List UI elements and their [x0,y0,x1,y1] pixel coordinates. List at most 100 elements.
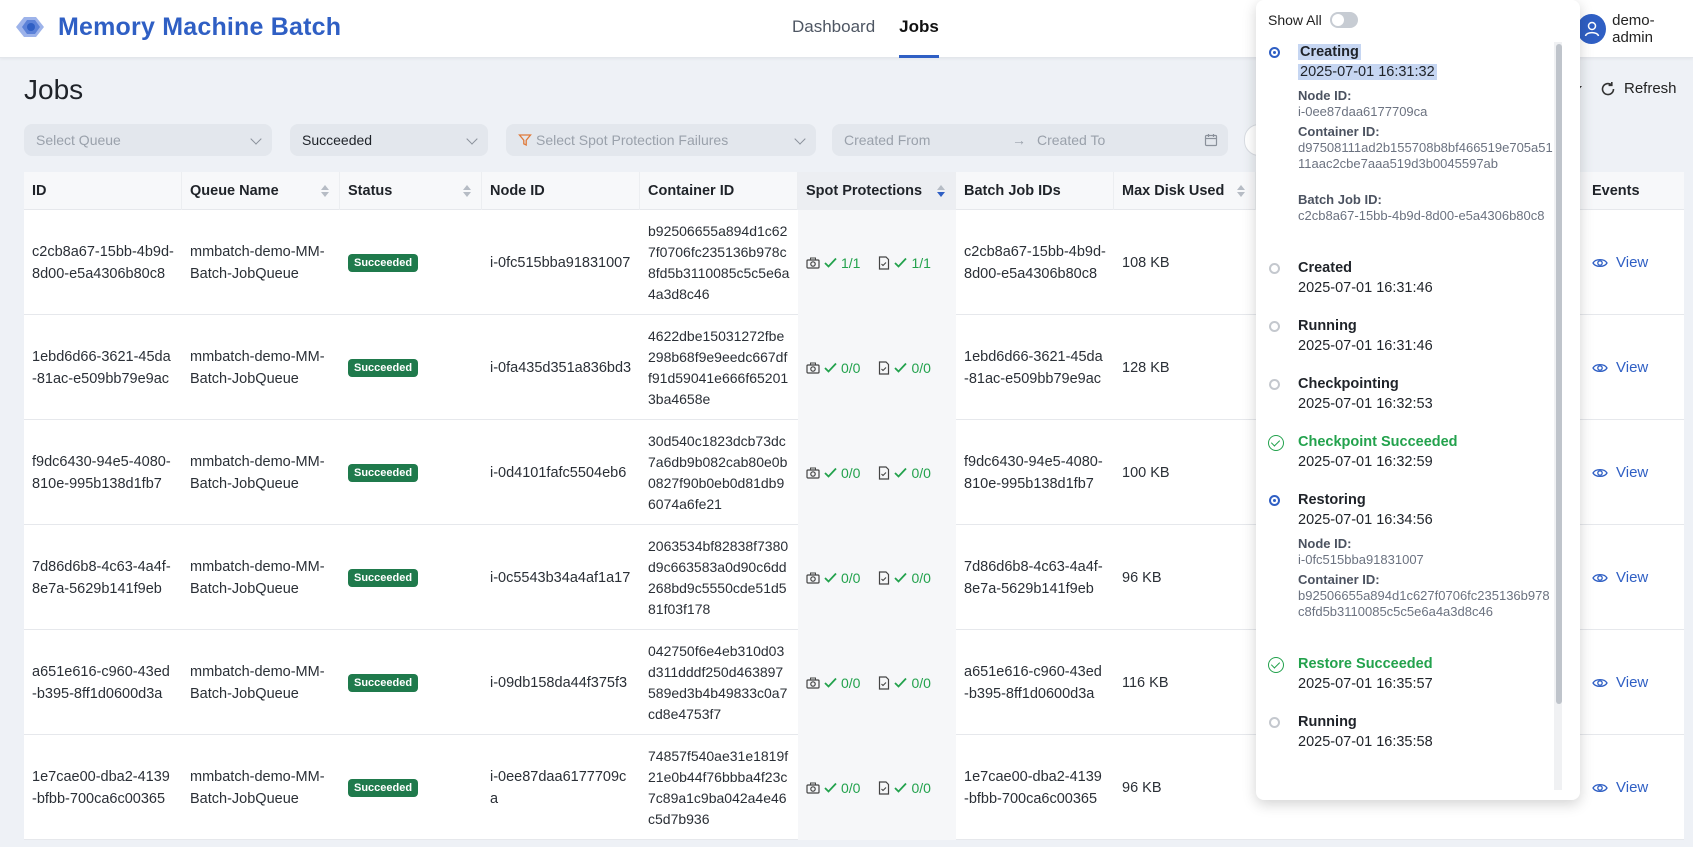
max-disk-used: 116 KB [1122,674,1169,691]
queue-name: mmbatch-demo-MM-Batch-JobQueue [190,348,325,387]
refresh-label: Refresh [1624,80,1677,97]
nav-jobs[interactable]: Jobs [899,0,939,58]
event-title: Restore Succeeded [1298,656,1433,672]
view-events-button[interactable]: View [1592,252,1648,274]
event-detail: Container ID: b92506655a894d1c627f0706fc2… [1298,572,1550,619]
eye-icon [1592,573,1608,582]
sort-icon[interactable] [937,185,945,197]
sort-icon[interactable] [463,185,471,197]
event-title: Running [1298,318,1357,334]
col-id[interactable]: ID [24,172,182,210]
created-to-input[interactable]: Created To [1037,132,1105,148]
cell-batch: 1ebd6d66-3621-45da-81ac-e509bb79e9ac [956,315,1114,420]
cell-container: 2063534bf82838f7380d9c663583a0d90c6dd268… [640,525,798,630]
status-select[interactable]: Succeeded [290,124,488,156]
spot-protections: 0/0 0/0 [806,357,931,379]
check-icon [894,572,908,583]
chevron-down-icon [794,133,806,145]
refresh-button[interactable]: Refresh [1600,80,1677,97]
col-queue-name[interactable]: Queue Name [182,172,340,210]
cell-spot: 0/0 0/0 [798,420,956,525]
restore-file-icon [879,465,890,480]
restore-file-icon [879,570,890,585]
view-events-button[interactable]: View [1592,462,1648,484]
view-events-button[interactable]: View [1592,672,1648,694]
col-container-id[interactable]: Container ID [640,172,798,210]
main-nav: Dashboard Jobs [792,0,939,58]
status-badge: Succeeded [348,463,419,482]
check-icon [824,257,837,268]
sort-icon[interactable] [1237,185,1245,197]
container-id: 042750f6e4eb310d03d311dddf250d463897589e… [648,642,788,722]
max-disk-used: 128 KB [1122,359,1170,376]
col-spot-protections[interactable]: Spot Protections [798,172,956,210]
cell-disk: 116 KB [1114,630,1256,735]
status-badge: Succeeded [348,568,419,587]
container-id: 2063534bf82838f7380d9c663583a0d90c6dd268… [648,537,789,617]
status-badge: Succeeded [348,358,419,377]
queue-select[interactable]: Select Queue [24,124,272,156]
cell-status: Succeeded [340,630,482,735]
spot-protections: 0/0 0/0 [806,777,931,799]
node-id: i-0c5543b34a4af1a17 [490,569,631,586]
event-time: 2025-07-01 16:31:46 [1298,338,1433,354]
nav-dashboard[interactable]: Dashboard [792,0,875,58]
cell-events: View [1584,630,1684,735]
job-id[interactable]: 1ebd6d66-3621-45da-81ac-e509bb79e9ac [32,346,174,390]
cell-batch: 7d86d6b8-4c63-4a4f-8e7a-5629b141f9eb [956,525,1114,630]
cell-queue: mmbatch-demo-MM-Batch-JobQueue [182,420,340,525]
cell-id: 1e7cae00-dba2-4139-bfbb-700ca6c00365 [24,735,182,840]
spot-failures-select[interactable]: Select Spot Protection Failures [506,124,816,156]
show-all-control[interactable]: Show All [1268,12,1358,28]
refresh-icon [1601,81,1615,95]
node-id: i-0fa435d351a836bd3 [490,359,632,376]
sort-icon[interactable] [321,185,329,197]
job-id[interactable]: c2cb8a67-15bb-4b9d-8d00-e5a4306b80c8 [32,241,174,285]
job-id[interactable]: a651e616-c960-43ed-b395-8ff1d0600d3a [32,661,174,705]
events-timeline: Creating 2025-07-01 16:31:32 Node ID: i-0ee… [1256,40,1556,792]
timeline-dot-icon [1269,321,1280,332]
restore-count: 0/0 [911,464,931,481]
view-label: View [1616,463,1649,481]
checkpoint-count: 0/0 [841,569,861,586]
job-id[interactable]: f9dc6430-94e5-4080-810e-995b138d1fb7 [32,451,174,495]
view-label: View [1616,568,1649,586]
scrollbar-thumb[interactable] [1556,44,1562,704]
restore-count: 0/0 [911,779,931,796]
col-max-disk-used[interactable]: Max Disk Used [1114,172,1256,210]
user-menu[interactable]: demo-admin [1577,12,1693,46]
batch-job-id: f9dc6430-94e5-4080-810e-995b138d1fb7 [964,453,1103,492]
show-all-toggle[interactable] [1329,12,1358,28]
job-id[interactable]: 1e7cae00-dba2-4139-bfbb-700ca6c00365 [32,766,174,810]
node-id: i-09db158da44f375f3 [490,674,628,691]
col-status[interactable]: Status [340,172,482,210]
cell-id: f9dc6430-94e5-4080-810e-995b138d1fb7 [24,420,182,525]
created-date-range[interactable]: Created From → Created To [832,124,1228,156]
cell-queue: mmbatch-demo-MM-Batch-JobQueue [182,525,340,630]
camera-icon [806,782,820,794]
col-node-id[interactable]: Node ID [482,172,640,210]
cell-container: 042750f6e4eb310d03d311dddf250d463897589e… [640,630,798,735]
event-title: Checkpointing [1298,376,1399,392]
node-id: i-0d4101fafc5504eb6 [490,464,627,481]
col-batch-job-ids[interactable]: Batch Job IDs [956,172,1114,210]
max-disk-used: 108 KB [1122,254,1170,271]
view-events-button[interactable]: View [1592,567,1648,589]
cell-queue: mmbatch-demo-MM-Batch-JobQueue [182,630,340,735]
batch-job-id: a651e616-c960-43ed-b395-8ff1d0600d3a [964,663,1102,702]
cell-container: 30d540c1823dcb73dc7a6db9b082cab80e0b0827… [640,420,798,525]
created-from-input[interactable]: Created From [844,132,930,148]
event-title: Creating [1298,44,1361,60]
view-label: View [1616,253,1649,271]
view-events-button[interactable]: View [1592,777,1648,799]
event-title: Created [1298,260,1352,276]
status-badge: Succeeded [348,253,419,272]
view-events-button[interactable]: View [1592,357,1648,379]
user-avatar-icon [1577,14,1607,44]
spot-protections: 0/0 0/0 [806,672,931,694]
container-id: 30d540c1823dcb73dc7a6db9b082cab80e0b0827… [648,432,788,512]
job-id[interactable]: 7d86d6b8-4c63-4a4f-8e7a-5629b141f9eb [32,556,174,600]
app-logo[interactable]: Memory Machine Batch [14,12,341,42]
check-icon [824,677,837,688]
restore-count: 0/0 [911,674,931,691]
